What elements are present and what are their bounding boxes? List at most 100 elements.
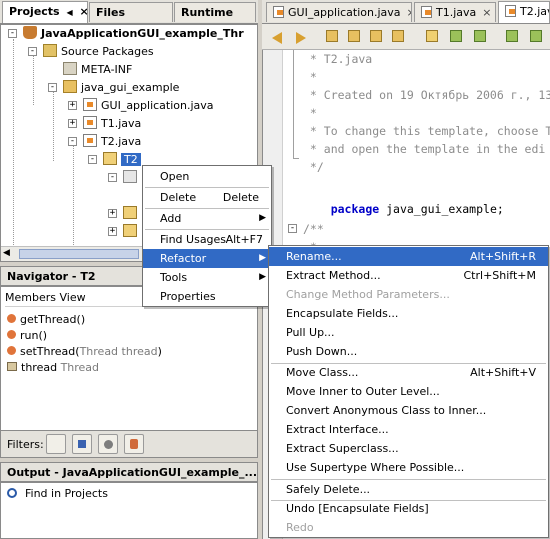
tab-editor[interactable]: T2.java <box>498 1 550 23</box>
scrollbar-thumb[interactable] <box>19 249 139 259</box>
code-line: * Created on 19 Октябрь 2006 г., 13 <box>303 88 550 102</box>
next-bookmark-icon[interactable] <box>450 30 468 46</box>
tree-item-node[interactable] <box>123 205 141 222</box>
navigator-title: Navigator - T2 <box>7 270 96 283</box>
refactor-undo[interactable]: Undo [Encapsulate Fields] <box>269 499 548 518</box>
member-item[interactable]: run() <box>7 327 47 344</box>
back-icon[interactable] <box>272 30 290 46</box>
fold-guide <box>293 50 294 158</box>
tab-files[interactable]: Files <box>89 2 173 22</box>
file-label: GUI_application.java <box>101 99 214 112</box>
refactor-encapsulate-fields[interactable]: Encapsulate Fields... <box>269 304 548 323</box>
member-name: run() <box>20 329 48 342</box>
close-icon[interactable]: × <box>407 6 411 19</box>
member-item[interactable]: getThread() <box>7 311 85 328</box>
code-line: * To change this template, choose T <box>303 124 550 138</box>
output-item[interactable]: Find in Projects <box>7 485 108 502</box>
output-header: Output - JavaApplicationGUI_example_... <box>0 462 258 482</box>
tree-item-node[interactable] <box>123 169 141 186</box>
tree-item-class-t2[interactable]: T2 <box>103 151 141 168</box>
refactor-redo: Redo <box>269 518 548 537</box>
java-file-icon <box>83 134 97 147</box>
expand-toggle[interactable]: + <box>68 101 77 110</box>
menu-item-open[interactable]: Open <box>143 167 271 186</box>
tab-runtime[interactable]: Runtime <box>174 2 256 22</box>
menu-item-label: Undo [Encapsulate Fields] <box>286 502 429 515</box>
menu-item-tools[interactable]: Tools ▶ <box>143 268 271 287</box>
collapse-toggle[interactable]: - <box>28 47 37 56</box>
menu-item-label: Extract Method... <box>286 269 381 282</box>
menu-item-shortcut: Alt+Shift+V <box>470 366 536 379</box>
member-item[interactable]: setThread(Thread thread) <box>7 343 162 360</box>
refactor-rename[interactable]: Rename... Alt+Shift+R <box>269 247 548 266</box>
close-icon[interactable]: × <box>482 6 491 19</box>
menu-item-label: Refactor <box>160 252 207 265</box>
previous-bookmark-icon[interactable] <box>474 30 492 46</box>
shift-left-icon[interactable] <box>506 30 524 46</box>
find-icon[interactable] <box>326 30 344 46</box>
refactor-extract-method[interactable]: Extract Method... Ctrl+Shift+M <box>269 266 548 285</box>
collapse-toggle[interactable]: - <box>8 29 17 38</box>
tree-item-source-packages[interactable]: Source Packages <box>43 43 154 60</box>
menu-item-add[interactable]: Add ▶ <box>143 209 271 228</box>
find-previous-icon[interactable] <box>348 30 366 46</box>
tree-item-node[interactable] <box>123 223 141 240</box>
editor-tab-label: T1.java <box>436 6 477 19</box>
tab-editor[interactable]: T1.java × <box>414 2 496 22</box>
tree-item-project[interactable]: JavaApplicationGUI_example_Thr <box>23 25 244 42</box>
filter-inherited-icon[interactable] <box>46 434 66 454</box>
menu-item-refactor[interactable]: Refactor ▶ <box>143 249 271 268</box>
refactor-extract-interface[interactable]: Extract Interface... <box>269 420 548 439</box>
refactor-safely-delete[interactable]: Safely Delete... <box>269 480 548 499</box>
submenu-arrow-icon: ▶ <box>259 272 266 282</box>
selected-node-label: T2 <box>121 153 141 166</box>
method-icon <box>7 330 16 339</box>
refactor-convert-anonymous-class[interactable]: Convert Anonymous Class to Inner... <box>269 401 548 420</box>
find-next-icon[interactable] <box>370 30 388 46</box>
menu-item-delete[interactable]: Delete Delete <box>143 188 271 207</box>
fold-guide <box>293 158 299 159</box>
collapse-toggle[interactable]: - <box>108 173 117 182</box>
refactor-move-inner-to-outer[interactable]: Move Inner to Outer Level... <box>269 382 548 401</box>
context-menu: Open Delete Delete Add ▶ Find Usages Alt+F7… <box>142 165 272 307</box>
tab-editor[interactable]: GUI_application.java × <box>266 2 412 22</box>
collapse-toggle[interactable]: - <box>68 137 77 146</box>
tree-item-meta-inf[interactable]: META-INF <box>63 61 132 78</box>
refactor-extract-superclass[interactable]: Extract Superclass... <box>269 439 548 458</box>
scroll-left-icon[interactable]: ◀ <box>3 248 15 260</box>
menu-item-find-usages[interactable]: Find Usages Alt+F7 <box>143 230 271 249</box>
thread-icon <box>123 170 137 183</box>
tree-item-package[interactable]: java_gui_example <box>63 79 179 96</box>
menu-item-shortcut: Alt+Shift+R <box>470 250 536 263</box>
toggle-highlight-icon[interactable] <box>392 30 410 46</box>
fold-toggle-icon[interactable]: - <box>288 224 297 233</box>
tab-projects[interactable]: Projects ◀ × <box>2 1 88 23</box>
tree-item-file[interactable]: T1.java <box>83 115 141 132</box>
expand-toggle[interactable]: + <box>108 209 117 218</box>
refactor-push-down[interactable]: Push Down... <box>269 342 548 361</box>
refactor-use-supertype[interactable]: Use Supertype Where Possible... <box>269 458 548 477</box>
tree-item-file[interactable]: T2.java <box>83 133 141 150</box>
filter-static-icon[interactable] <box>98 434 118 454</box>
expand-toggle[interactable]: + <box>108 227 117 236</box>
submenu-arrow-icon: ▶ <box>259 253 266 263</box>
tree-item-file[interactable]: GUI_application.java <box>83 97 214 114</box>
forward-icon[interactable] <box>296 30 314 46</box>
collapse-toggle[interactable]: - <box>48 83 57 92</box>
refactor-pull-up[interactable]: Pull Up... <box>269 323 548 342</box>
expand-toggle[interactable]: + <box>68 119 77 128</box>
close-icon[interactable]: × <box>79 5 87 18</box>
member-item[interactable]: thread Thread <box>7 359 99 376</box>
package-icon <box>63 62 77 75</box>
refactor-move-class[interactable]: Move Class... Alt+Shift+V <box>269 363 548 382</box>
toggle-bookmark-icon[interactable] <box>426 30 444 46</box>
code-line: * and open the template in the edi <box>303 142 546 156</box>
collapse-toggle[interactable]: - <box>88 155 97 164</box>
refactor-change-method-parameters: Change Method Parameters... <box>269 285 548 304</box>
menu-item-properties[interactable]: Properties <box>143 287 271 306</box>
filter-private-icon[interactable] <box>124 434 144 454</box>
filter-fields-icon[interactable] <box>72 434 92 454</box>
search-icon <box>7 488 17 498</box>
menu-item-label: Rename... <box>286 250 342 263</box>
shift-right-icon[interactable] <box>530 30 548 46</box>
